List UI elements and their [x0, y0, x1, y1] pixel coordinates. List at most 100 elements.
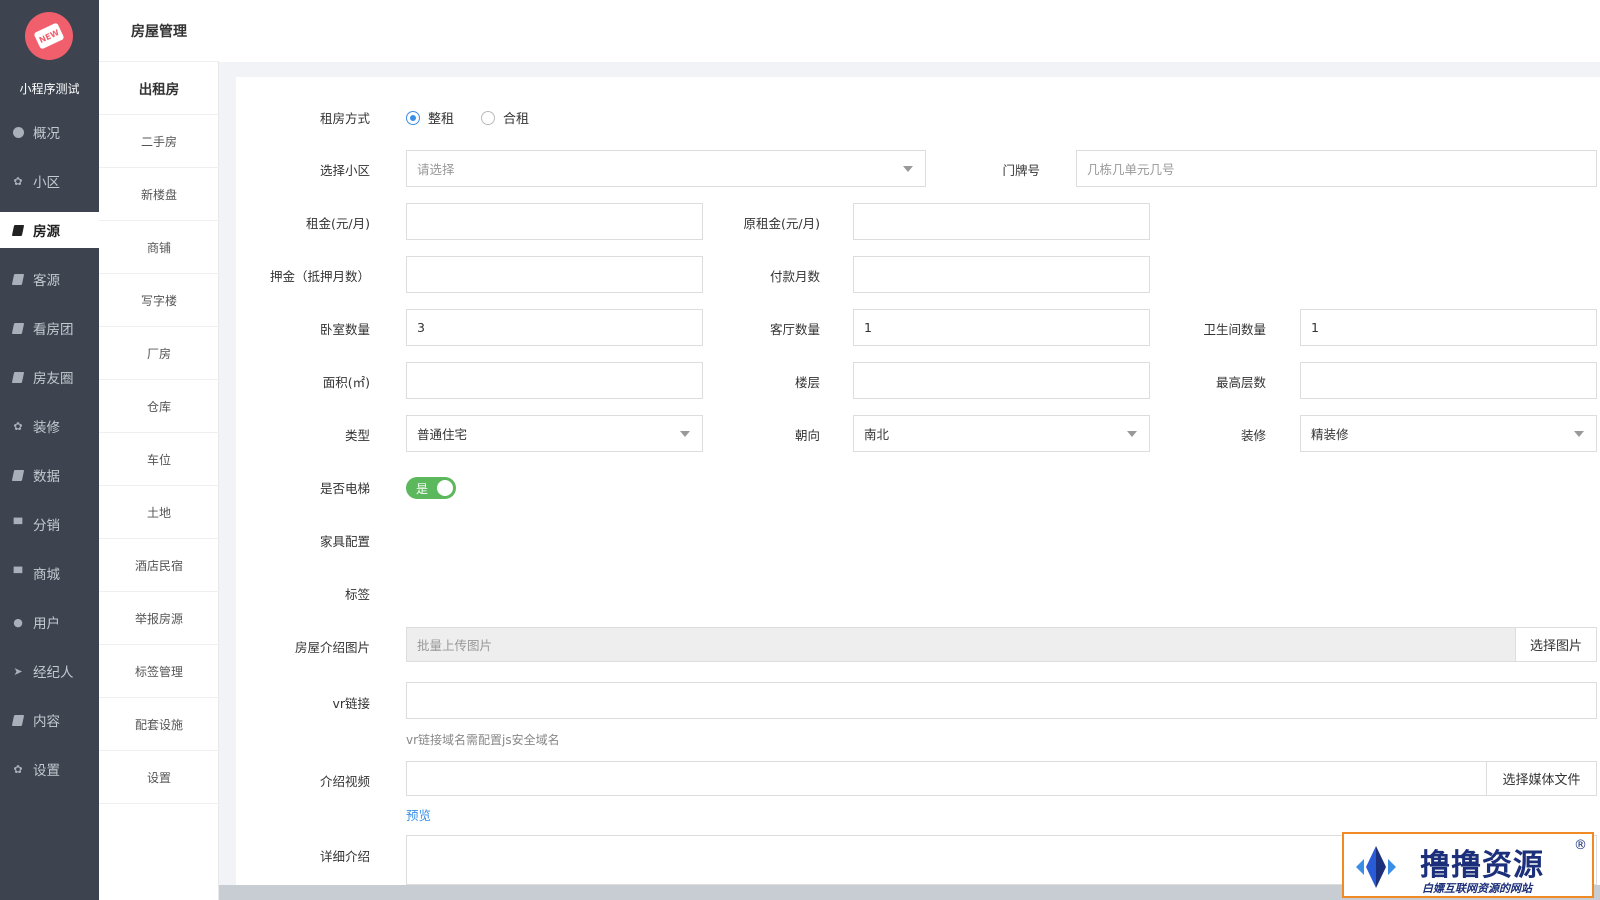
nav-item-distribution[interactable]: ▀ 分销 [0, 506, 99, 542]
select-value: 精装修 [1311, 427, 1349, 442]
livingrooms-input[interactable]: 1 [853, 309, 1150, 346]
nav-item-label: 小区 [33, 175, 60, 191]
subnav-item-factory[interactable]: 厂房 [99, 327, 219, 380]
max-floor-input[interactable] [1300, 362, 1597, 399]
subnav-item-warehouse[interactable]: 仓库 [99, 380, 219, 433]
orientation-select[interactable]: 南北 [853, 415, 1150, 452]
vr-help-text: vr链接域名需配置js安全域名 [406, 733, 560, 747]
subnav-item-second-hand[interactable]: 二手房 [99, 115, 219, 168]
book-icon [11, 371, 25, 383]
images-label: 房屋介绍图片 [294, 640, 370, 655]
nav-item-label: 房源 [33, 224, 60, 240]
subnav-item-tag-manage[interactable]: 标签管理 [99, 645, 219, 698]
watermark-logo-icon [1356, 846, 1396, 888]
select-images-button[interactable]: 选择图片 [1515, 627, 1597, 662]
nav-item-decoration[interactable]: ✿ 装修 [0, 408, 99, 444]
toggle-knob [437, 480, 453, 496]
nav-item-label: 分销 [33, 518, 60, 534]
rent-type-whole-radio[interactable]: 整租 [406, 108, 454, 127]
nav-item-label: 内容 [33, 714, 60, 730]
book-icon [11, 273, 25, 285]
gear-icon: ✿ [13, 419, 23, 433]
watermark-badge: 撸撸资源 ® 白嫖互联网资源的网站 [1342, 832, 1594, 898]
book-icon [11, 224, 25, 236]
door-no-input[interactable]: 几栋几单元几号 [1076, 150, 1597, 187]
radio-label: 合租 [503, 112, 530, 127]
orientation-label: 朝向 [794, 428, 820, 443]
subnav-item-settings[interactable]: 设置 [99, 751, 219, 804]
images-input[interactable]: 批量上传图片 [406, 627, 1516, 662]
decoration-label: 装修 [1240, 428, 1266, 443]
nav-item-moments[interactable]: 房友圈 [0, 359, 99, 395]
bedrooms-input[interactable]: 3 [406, 309, 703, 346]
vr-input[interactable] [406, 682, 1597, 719]
select-media-button[interactable]: 选择媒体文件 [1486, 761, 1597, 796]
nav-item-label: 用户 [33, 616, 60, 632]
nav-item-label: 看房团 [33, 322, 74, 338]
nav-item-overview[interactable]: 概况 [0, 114, 99, 150]
user-icon: ● [13, 615, 23, 629]
cart-icon: ▀ [13, 517, 23, 531]
nav-item-label: 装修 [33, 420, 60, 436]
subnav-title: 房屋管理 [99, 0, 219, 62]
livingrooms-label: 客厅数量 [769, 322, 820, 337]
subnav-item-office[interactable]: 写字楼 [99, 274, 219, 327]
decoration-select[interactable]: 精装修 [1300, 415, 1597, 452]
nav-item-content[interactable]: 内容 [0, 702, 99, 738]
cart-icon: ▀ [13, 566, 23, 580]
nav-item-mall[interactable]: ▀ 商城 [0, 555, 99, 591]
nav-item-label: 经纪人 [33, 665, 74, 681]
nav-item-settings[interactable]: ✿ 设置 [0, 751, 99, 787]
max-floor-label: 最高层数 [1215, 375, 1266, 390]
subnav-item-report[interactable]: 举报房源 [99, 592, 219, 645]
deposit-label: 押金（抵押月数） [269, 269, 370, 284]
video-input[interactable] [406, 761, 1487, 796]
main-sidebar: NEW 小程序测试 概况 ✿ 小区 房源 客源 看房团 房友圈 ✿ 装修 数据 … [0, 0, 99, 900]
subnav-item-parking[interactable]: 车位 [99, 433, 219, 486]
nav-item-agents[interactable]: ➤ 经纪人 [0, 653, 99, 689]
subnav-item-shop[interactable]: 商铺 [99, 221, 219, 274]
dashboard-icon [12, 126, 24, 138]
preview-link[interactable]: 预览 [406, 805, 431, 824]
floor-label: 楼层 [794, 375, 820, 390]
caret-down-icon [680, 431, 690, 437]
nav-item-listings[interactable]: 房源 [0, 212, 99, 248]
nav-item-users[interactable]: ● 用户 [0, 604, 99, 640]
subnav-item-land[interactable]: 土地 [99, 486, 219, 539]
gear-icon: ✿ [13, 174, 23, 188]
deposit-input[interactable] [406, 256, 703, 293]
pay-months-label: 付款月数 [769, 269, 820, 284]
twitter-icon: ➤ [13, 664, 23, 678]
rent-input[interactable] [406, 203, 703, 240]
nav-item-viewing-group[interactable]: 看房团 [0, 310, 99, 346]
subnav-item-rental[interactable]: 出租房 [99, 62, 219, 115]
nav-item-label: 设置 [33, 763, 60, 779]
type-select[interactable]: 普通住宅 [406, 415, 703, 452]
area-input[interactable] [406, 362, 703, 399]
input-placeholder: 几栋几单元几号 [1087, 162, 1175, 177]
bathrooms-input[interactable]: 1 [1300, 309, 1597, 346]
watermark-subtitle: 白嫖互联网资源的网站 [1422, 882, 1532, 895]
elevator-toggle[interactable]: 是 [406, 477, 456, 499]
subnav-item-facilities[interactable]: 配套设施 [99, 698, 219, 751]
nav-item-label: 房友圈 [33, 371, 74, 387]
subnav-item-hotel[interactable]: 酒店民宿 [99, 539, 219, 592]
nav-item-label: 商城 [33, 567, 60, 583]
subnav-item-new-building[interactable]: 新楼盘 [99, 168, 219, 221]
nav-item-customers[interactable]: 客源 [0, 261, 99, 297]
nav-item-community[interactable]: ✿ 小区 [0, 163, 99, 199]
sub-sidebar: 房屋管理 出租房 二手房 新楼盘 商铺 写字楼 厂房 仓库 车位 土地 酒店民宿… [99, 0, 219, 900]
pay-months-input[interactable] [853, 256, 1150, 293]
book-icon [11, 322, 25, 334]
book-icon [11, 714, 25, 726]
floor-input[interactable] [853, 362, 1150, 399]
orig-rent-input[interactable] [853, 203, 1150, 240]
community-select[interactable]: 请选择 [406, 150, 926, 187]
rent-label: 租金(元/月) [306, 216, 370, 231]
rent-type-label: 租房方式 [319, 111, 370, 126]
community-label: 选择小区 [319, 163, 370, 178]
watermark-reg-mark: ® [1574, 838, 1587, 853]
rent-type-shared-radio[interactable]: 合租 [481, 108, 529, 127]
nav-item-label: 客源 [33, 273, 60, 289]
nav-item-data[interactable]: 数据 [0, 457, 99, 493]
